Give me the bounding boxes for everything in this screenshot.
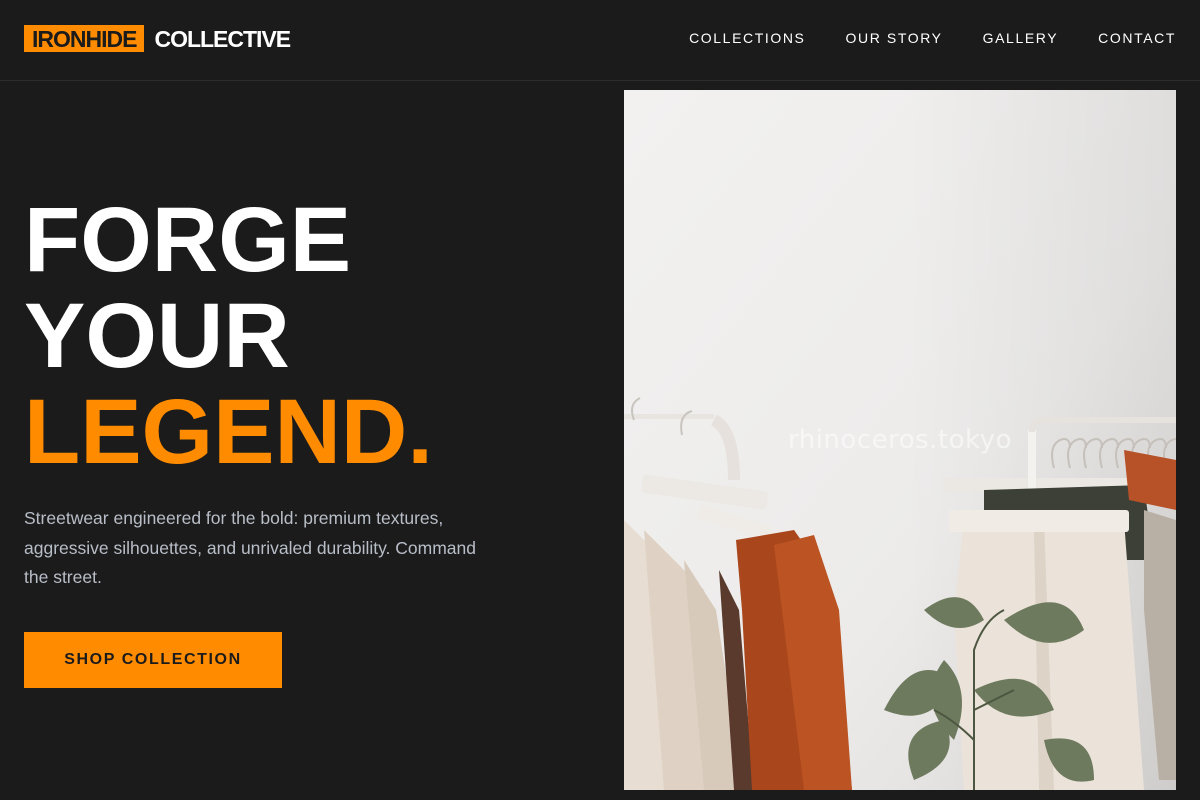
shop-collection-button[interactable]: SHOP COLLECTION <box>24 632 282 688</box>
hero-image: rhinoceros.tokyo <box>624 90 1176 790</box>
nav-item-collections[interactable]: COLLECTIONS <box>689 30 805 46</box>
hero-description: Streetwear engineered for the bold: prem… <box>24 508 477 587</box>
brand-logo-main: COLLECTIVE <box>154 25 291 52</box>
brand-logo[interactable]: IRONHIDE COLLECTIVE <box>24 25 291 52</box>
hero-headline: FORGE YOUR LEGEND. <box>24 192 433 480</box>
photo-watermark: rhinoceros.tokyo <box>788 425 1012 455</box>
hero-headline-line3: LEGEND. <box>24 381 433 483</box>
nav-item-contact[interactable]: CONTACT <box>1098 30 1176 46</box>
nav-item-gallery[interactable]: GALLERY <box>983 30 1059 46</box>
hero-headline-line1: FORGE <box>24 189 352 291</box>
hero-headline-line2: YOUR <box>24 285 290 387</box>
nav-item-our-story[interactable]: OUR STORY <box>846 30 943 46</box>
main-nav: COLLECTIONS OUR STORY GALLERY CONTACT <box>689 30 1176 46</box>
site-header: IRONHIDE COLLECTIVE COLLECTIONS OUR STOR… <box>0 0 1200 81</box>
brand-logo-accent: IRONHIDE <box>24 25 145 52</box>
